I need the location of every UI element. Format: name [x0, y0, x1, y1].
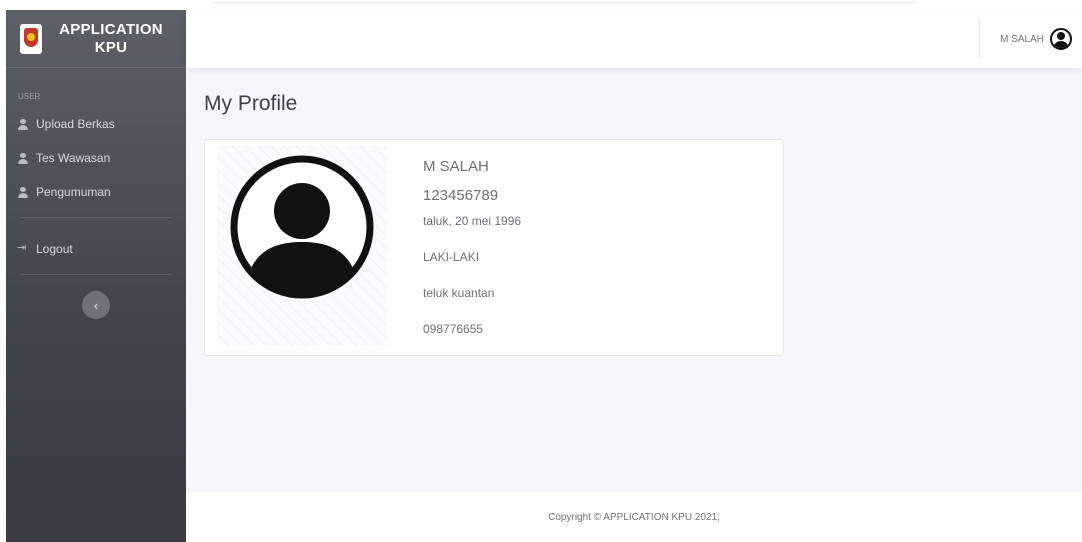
logout-label: Logout: [36, 242, 73, 256]
top-divider: [215, 2, 915, 3]
profile-name: M SALAH: [423, 158, 489, 175]
sidebar-nav: Upload Berkas Tes Wawasan Pengumuman: [6, 101, 186, 209]
user-icon: [18, 118, 28, 130]
sidebar-item-label: Pengumuman: [36, 185, 111, 199]
page-title: My Profile: [204, 92, 298, 115]
profile-card: M SALAH 123456789 taluk, 20 mei 1996 LAK…: [204, 139, 784, 356]
sidebar-item-pengumuman[interactable]: Pengumuman: [6, 175, 186, 209]
logout-link[interactable]: Logout: [6, 232, 186, 266]
footer: Copyright © APPLICATION KPU 2021;: [186, 492, 1082, 542]
chevron-left-icon: ‹: [93, 297, 99, 313]
logout-icon: [17, 241, 28, 255]
profile-id-number: 123456789: [423, 187, 499, 204]
sidebar-section-label: USER: [18, 92, 41, 101]
brand[interactable]: APPLICATION KPU: [6, 10, 186, 68]
app-title: APPLICATION KPU: [59, 20, 163, 56]
user-avatar-icon: [230, 155, 374, 299]
user-menu[interactable]: M SALAH: [979, 20, 1072, 58]
profile-gender: LAKI-LAKI: [423, 250, 480, 264]
profile-photo: [217, 146, 387, 346]
sidebar-divider: [20, 217, 172, 218]
sidebar-item-label: Upload Berkas: [36, 117, 115, 131]
main-content: My Profile M SALAH 123456789 taluk, 20 m…: [186, 68, 1082, 492]
sidebar-item-tes-wawasan[interactable]: Tes Wawasan: [6, 141, 186, 175]
copyright-text: Copyright © APPLICATION KPU 2021;: [548, 511, 720, 523]
sidebar-divider: [20, 274, 172, 275]
profile-info: M SALAH 123456789 taluk, 20 mei 1996 LAK…: [423, 158, 521, 358]
top-navbar: M SALAH: [186, 10, 1082, 68]
user-icon: [18, 186, 28, 198]
user-circle-icon: [1050, 28, 1072, 50]
sidebar: APPLICATION KPU USER Upload Berkas Tes W…: [6, 10, 186, 542]
user-name: M SALAH: [1000, 33, 1044, 45]
kpu-logo-icon: [20, 23, 42, 54]
profile-birth: taluk, 20 mei 1996: [423, 214, 522, 228]
profile-address: teluk kuantan: [423, 286, 495, 300]
sidebar-collapse-button[interactable]: ‹: [82, 291, 110, 319]
user-icon: [18, 152, 28, 164]
profile-phone: 098776655: [423, 322, 484, 336]
sidebar-item-upload-berkas[interactable]: Upload Berkas: [6, 107, 186, 141]
sidebar-item-label: Tes Wawasan: [36, 151, 111, 165]
